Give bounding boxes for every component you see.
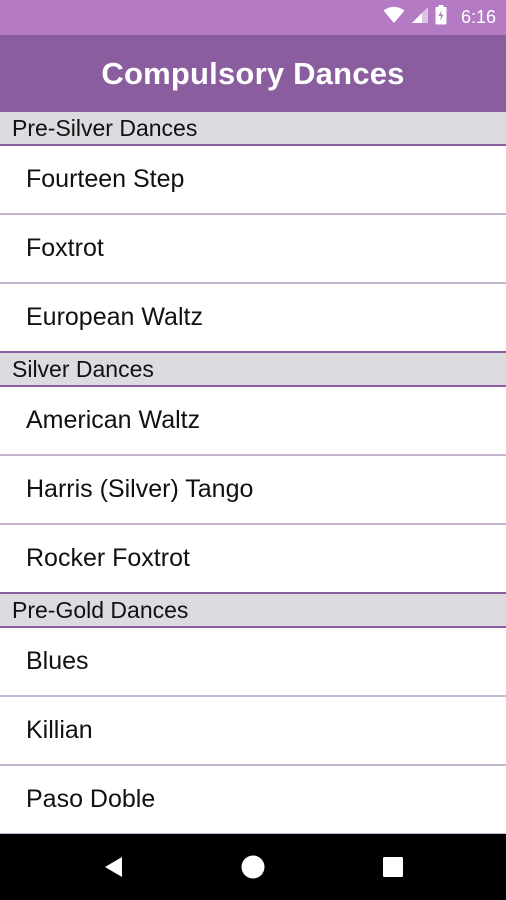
app-bar: Compulsory Dances [0, 35, 506, 112]
section-header-pre-silver: Pre-Silver Dances [0, 112, 506, 146]
section-header-silver: Silver Dances [0, 353, 506, 387]
list-item-fourteen-step[interactable]: Fourteen Step [0, 146, 506, 215]
home-button[interactable] [218, 834, 288, 900]
list-item-rocker-foxtrot[interactable]: Rocker Foxtrot [0, 525, 506, 594]
cellular-signal-icon [411, 6, 429, 29]
list-item-blues[interactable]: Blues [0, 628, 506, 697]
battery-charging-icon [435, 5, 447, 30]
list-item-harris-silver-tango[interactable]: Harris (Silver) Tango [0, 456, 506, 525]
list-item-paso-doble[interactable]: Paso Doble [0, 766, 506, 834]
wifi-icon [383, 6, 405, 29]
section-header-pre-gold: Pre-Gold Dances [0, 594, 506, 628]
status-icons: 6:16 [383, 0, 496, 35]
back-button[interactable] [78, 834, 148, 900]
recents-button[interactable] [358, 834, 428, 900]
list-item-european-waltz[interactable]: European Waltz [0, 284, 506, 353]
back-icon [105, 857, 122, 877]
dance-list[interactable]: Pre-Silver Dances Fourteen Step Foxtrot … [0, 112, 506, 834]
recents-icon [383, 857, 403, 877]
navigation-bar [0, 834, 506, 900]
home-icon [241, 855, 265, 879]
status-time: 6:16 [460, 7, 496, 27]
list-item-foxtrot[interactable]: Foxtrot [0, 215, 506, 284]
page-title: Compulsory Dances [101, 55, 405, 91]
list-item-killian[interactable]: Killian [0, 697, 506, 766]
status-bar: 6:16 [0, 0, 506, 35]
list-item-american-waltz[interactable]: American Waltz [0, 387, 506, 456]
